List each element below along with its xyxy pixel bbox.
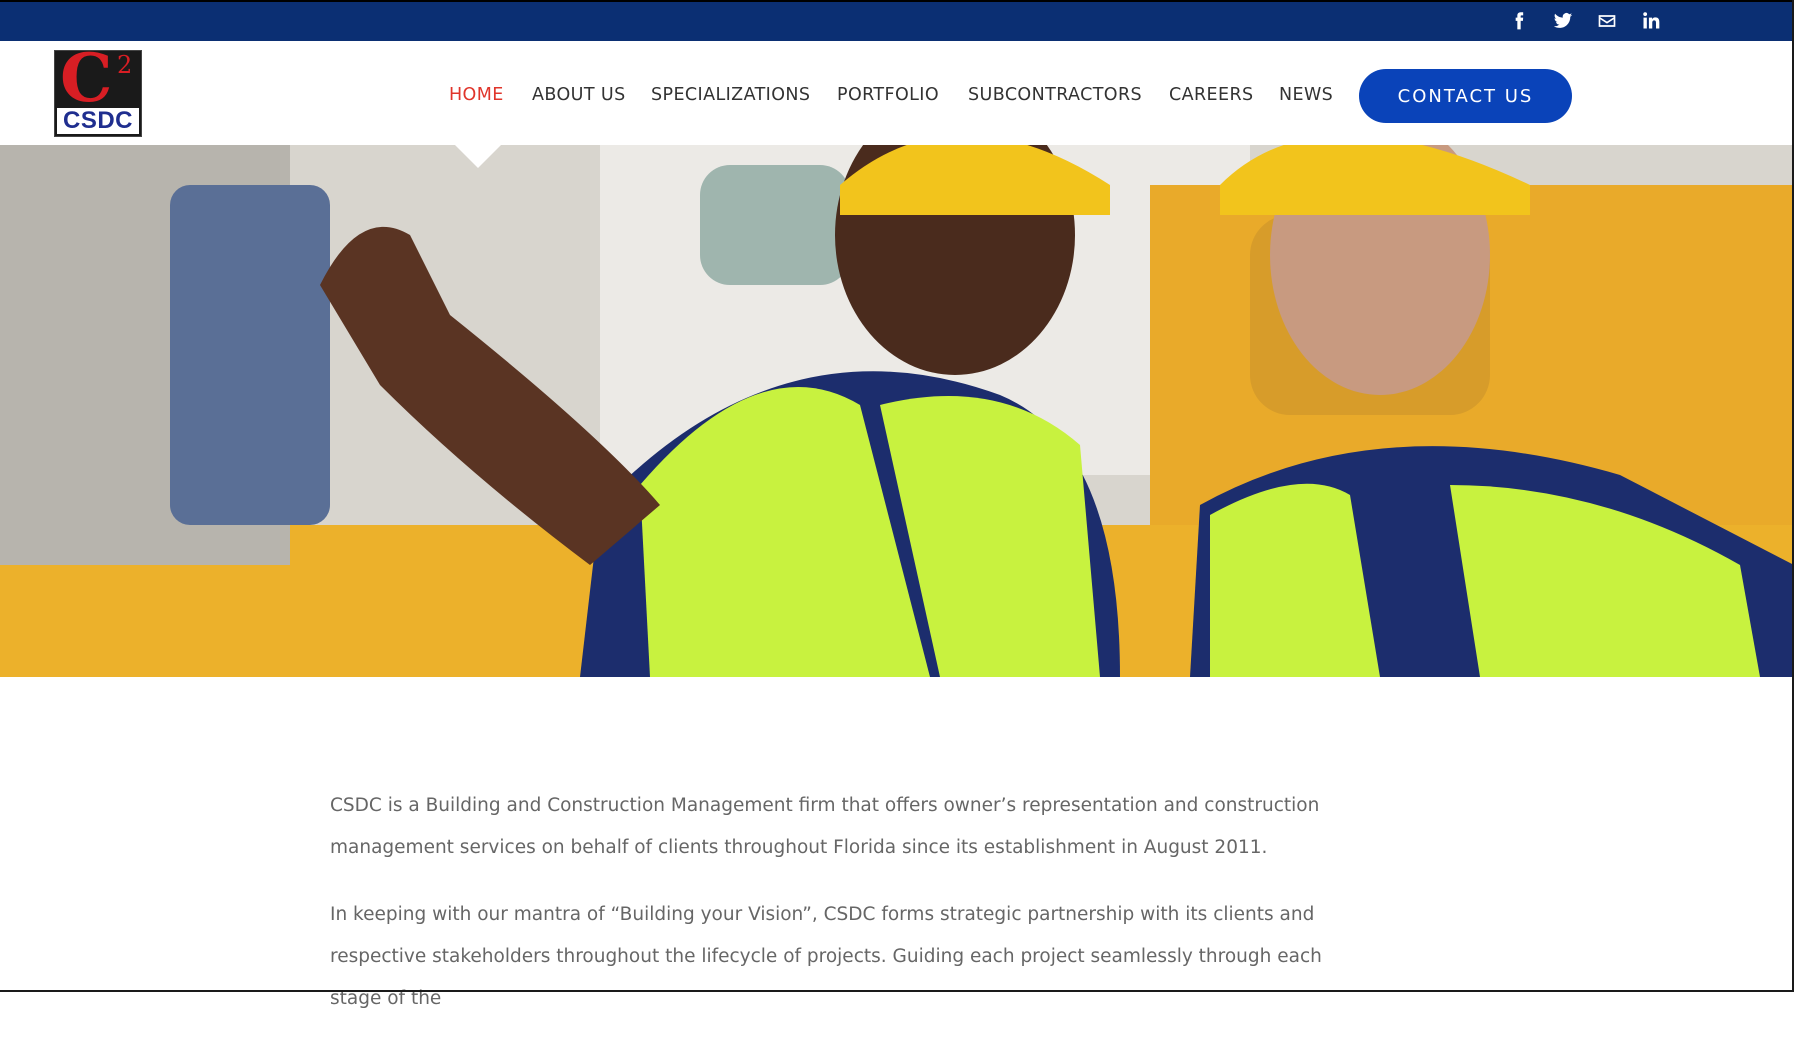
active-nav-caret [455, 145, 501, 168]
logo-text: CSDC [62, 107, 133, 134]
intro-content: CSDC is a Building and Construction Mana… [330, 785, 1360, 1045]
hero-image [0, 145, 1794, 677]
email-icon[interactable] [1594, 8, 1620, 34]
nav-item-specializations[interactable]: SPECIALIZATIONS [651, 85, 810, 105]
nav-item-careers[interactable]: CAREERS [1169, 85, 1254, 105]
contact-us-button[interactable]: CONTACT US [1359, 69, 1572, 123]
intro-paragraph-2: In keeping with our mantra of “Building … [330, 904, 1322, 1009]
top-bar [0, 0, 1794, 41]
nav-item-home[interactable]: HOME [449, 85, 504, 105]
nav-item-portfolio[interactable]: PORTFOLIO [837, 85, 939, 105]
site-header: C 2 CSDC HOME ABOUT US SPECIALIZATIONS P… [0, 41, 1794, 168]
linkedin-icon[interactable] [1638, 8, 1664, 34]
twitter-icon[interactable] [1550, 8, 1576, 34]
csdc-logo[interactable]: C 2 CSDC [54, 45, 142, 137]
logo-superscript: 2 [117, 51, 133, 79]
nav-item-about-us[interactable]: ABOUT US [532, 85, 626, 105]
intro-paragraph-1: CSDC is a Building and Construction Mana… [330, 795, 1320, 858]
hero-illustration [0, 145, 1794, 677]
logo-plate: CSDC [57, 107, 139, 134]
logo-letter: C [60, 39, 113, 117]
facebook-icon[interactable] [1506, 8, 1532, 34]
nav-item-news[interactable]: NEWS [1279, 85, 1333, 105]
nav-item-subcontractors[interactable]: SUBCONTRACTORS [968, 85, 1142, 105]
